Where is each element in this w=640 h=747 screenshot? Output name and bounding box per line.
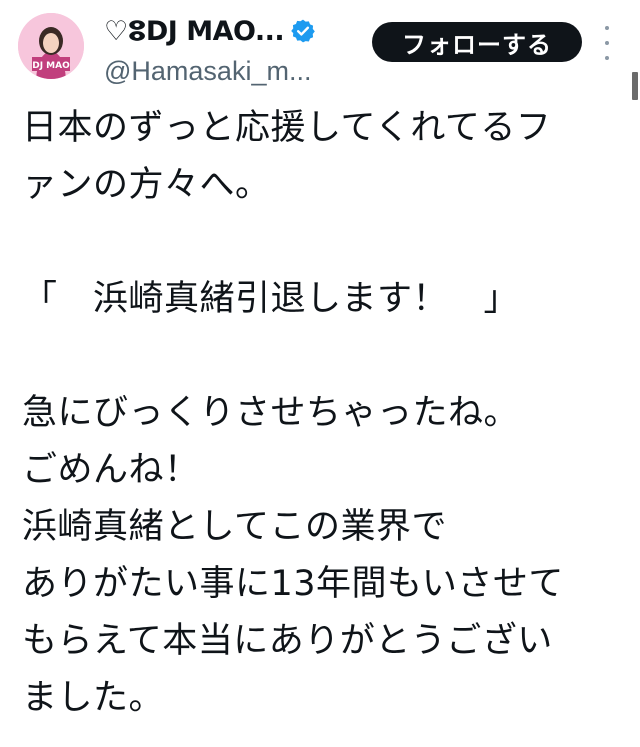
dot (605, 41, 609, 45)
display-name[interactable]: ♡ⵓDJ MAO... (104, 16, 285, 47)
tweet-line: もらえて本当にありがとうござい (22, 621, 553, 661)
tweet-header: DJ MAO ♡ⵓDJ MAO... @Hamasaki_m... フォローする (0, 0, 640, 100)
tweet-line: ァンの方々へ。 (22, 165, 271, 205)
scrollbar[interactable] (632, 72, 638, 100)
dot (605, 56, 609, 60)
tweet-line: ありがたい事に13年間もいさせて (22, 564, 564, 604)
dot (605, 26, 609, 30)
name-row[interactable]: ♡ⵓDJ MAO... (104, 10, 316, 52)
avatar[interactable]: DJ MAO (18, 13, 84, 79)
tweet-line: 「 浜崎真緒引退します！ 」 (22, 279, 520, 319)
tweet-line: 急にびっくりさせちゃったね。 (22, 393, 520, 433)
avatar-image: DJ MAO (18, 13, 84, 79)
tweet-line: ました。 (22, 678, 165, 718)
tweet-line: 日本のずっと応援してくれてるフ (22, 108, 552, 148)
tweet-text: 日本のずっと応援してくれてるフ ァンの方々へ。 「 浜崎真緒引退します！ 」 急… (22, 100, 622, 727)
user-handle[interactable]: @Hamasaki_m... (104, 56, 311, 87)
more-vertical-icon[interactable] (599, 26, 615, 60)
avatar-label: DJ MAO (32, 61, 70, 71)
verified-badge-icon (290, 18, 316, 44)
follow-button[interactable]: フォローする (372, 22, 582, 62)
tweet-line: ごめんね！ (22, 450, 200, 490)
tweet-line: 浜崎真緒としてこの業界で (22, 507, 447, 547)
